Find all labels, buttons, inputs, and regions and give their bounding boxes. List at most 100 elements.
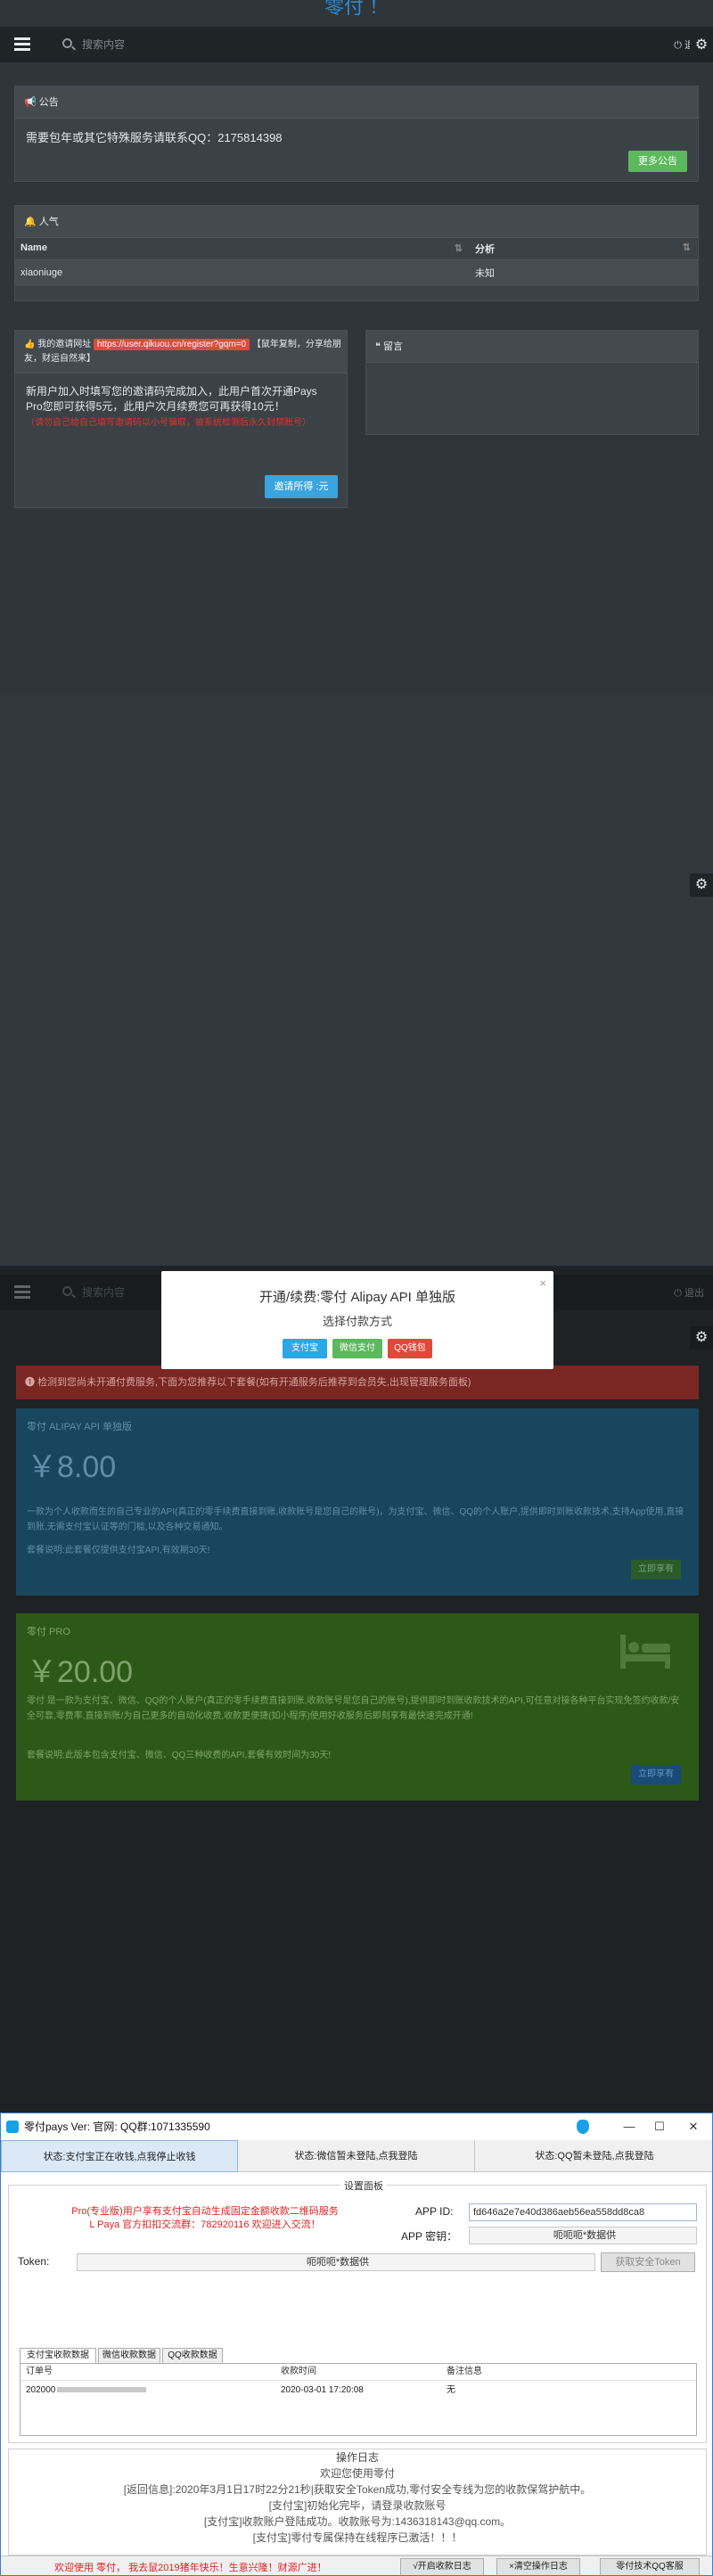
status-text: 欢迎使用 零付， 我去鼠2019猪年快乐！生意兴隆！财源广进！ [54,2563,327,2573]
close-button[interactable]: ✕ [680,2113,707,2140]
plan-note: 套餐说明:此套餐仅提供支付宝API,有效期30天! [27,1546,210,1555]
menu-icon[interactable] [14,1285,30,1299]
sort-icon: ⇅ [454,243,463,255]
window-titlebar: 零付pays Ver: 官网: QQ群:1071335590 — ☐ ✕ [1,2113,712,2140]
table-header-analysis[interactable]: 分析 ⇅ [470,238,698,260]
more-announcements-button[interactable]: 更多公告 [628,151,687,172]
settings-gear-icon-bottom[interactable]: ⚙ [690,874,713,897]
payment-modal: × 开通/续费:零付 Alipay API 单独版 选择付款方式 支付宝 微信支… [161,1271,553,1369]
megaphone-icon: 📢 [24,97,37,108]
log-line: 欢迎您使用零付 [319,2467,395,2480]
pay-wechat-button[interactable]: 微信支付 [332,1339,382,1358]
popularity-header: 🔔 人气 [15,206,698,238]
message-board-header: ❝ 留言 [366,331,698,363]
tab-wechat-status[interactable]: 状态:微信暂未登陆,点我登陆 [238,2140,475,2172]
invite-earnings-button[interactable]: 邀请所得 :元 [265,475,338,498]
invite-panel: 👍 我的邀请网址 https://user.qikuou.cn/register… [14,330,348,508]
list-header-time[interactable]: 收款时间 [281,2364,316,2380]
invite-url[interactable]: https://user.qikuou.cn/register?gqm=0 [94,339,250,350]
alert-bar: ❶ 检测到您尚未开通付费服务,下面为您推荐以下套餐(如有开通服务后推荐到会员失,… [16,1366,699,1399]
logout-link[interactable]: ⏻ 退出 [674,1285,704,1300]
minimize-button[interactable]: — [616,2113,643,2140]
app-secret-field[interactable]: 呃呃呃*数据供 [469,2227,697,2244]
window-title: 零付pays Ver: 官网: QQ群:1071335590 [24,2121,210,2133]
redacted-block [57,2387,147,2393]
menu-icon[interactable] [14,37,30,51]
settings-gear-icon[interactable]: ⚙ [690,1326,713,1350]
plan-price: ￥8.00 [27,1450,117,1484]
list-header-order[interactable]: 订单号 [26,2364,53,2380]
log-line: [返回信息]:2020年3月1日17时22分21秒|获取安全Token成功,零付… [123,2483,592,2496]
invite-body: 新用户加入时填写您的邀请码完成加入，此用户首次开通Pays Pro您即可获得5元… [15,373,347,441]
plan-subscribe-button[interactable]: 立即享有 [631,1560,681,1579]
app-id-field[interactable] [469,2203,697,2221]
toggle-payment-log-button[interactable]: √开启收款日志 [400,2558,484,2575]
announcement-text: 需要包年或其它特殊服务请联系QQ：2175814398 [26,131,283,144]
plan-subscribe-button[interactable]: 立即享有 [631,1765,681,1784]
app-logo-icon [6,2121,19,2133]
dashboard-lower-area [0,695,713,1266]
modal-title: 开通/续费:零付 Alipay API 单独版 [258,1290,456,1305]
desktop-app-window: 零付pays Ver: 官网: QQ群:1071335590 — ☐ ✕ 状态:… [0,2112,713,2576]
subtab-wechat-data[interactable]: 微信收款数据 [98,2348,160,2364]
app-id-label: APP ID: [415,2205,454,2218]
shield-icon [577,2120,589,2134]
alert-text: 检测到您尚未开通付费服务,下面为您推荐以下套餐(如有开通服务后推荐到会员失,出现… [37,1377,471,1388]
warning-icon: ❶ [25,1377,35,1388]
invite-description: 新用户加入时填写您的邀请码完成加入，此用户首次开通Pays Pro您即可获得5元… [26,385,317,413]
settings-gear-icon[interactable]: ⚙ [690,34,713,57]
top-bar: ⏻ 退出 [0,27,713,62]
announcement-header: 📢 公告 [15,86,698,119]
invite-label: 我的邀请网址 [37,340,92,349]
operation-log: 操作日志 欢迎您使用零付 [返回信息]:2020年3月1日17时22分21秒|获… [8,2449,707,2555]
table-header-name[interactable]: Name ⇅ [15,238,470,260]
payments-list: 订单号 收款时间 备注信息 202000 2020-03-01 17:20:08… [20,2363,697,2436]
token-label: Token: [18,2255,50,2268]
log-line: [支付宝]收款账户登陆成功。收款账号为:1436318143@qq.com。 [203,2515,512,2528]
subtab-alipay-data[interactable]: 支付宝收款数据 [20,2348,96,2364]
subtab-qq-data[interactable]: QQ收款数据 [162,2348,223,2364]
plan-description: 零付 是一款为支付宝、微信、QQ的个人账户(真正的零手续费直接到账,收款账号是您… [27,1696,680,1721]
plan-name: 零付 ALIPAY API 单独版 [27,1422,132,1432]
plan-card-alipay: 零付 ALIPAY API 单独版 ￥8.00 一款为个人收款而生的自己专业的A… [16,1408,699,1596]
pay-qq-button[interactable]: QQ钱包 [388,1339,432,1358]
thumbs-up-icon: 👍 [24,340,36,349]
tab-qq-status[interactable]: 状态:QQ暂未登陆,点我登陆 [475,2140,712,2172]
modal-subtitle: 选择付款方式 [322,1315,392,1328]
search-input[interactable] [82,35,349,54]
invite-header: 👍 我的邀请网址 https://user.qikuou.cn/register… [15,331,347,373]
pro-promo-text: Pro(专业版)用户享有支付宝自动生成固定金额收款二维码服务 L Paya 官方… [71,2206,339,2230]
message-board-title: 留言 [382,341,403,352]
qq-support-button[interactable]: 零付技术QQ客服 [600,2558,700,2575]
cell-analysis: 未知 [470,259,698,286]
table-row: xiaoniuge 未知 [15,259,698,286]
status-tabbar: 状态:支付宝正在收钱,点我停止收钱 状态:微信暂未登陆,点我登陆 状态:QQ暂未… [1,2140,712,2172]
search-icon [62,38,72,48]
clear-log-button[interactable]: ×清空操作日志 [496,2558,580,2575]
app-secret-label: APP 密钥： [401,2230,458,2243]
quote-icon: ❝ [375,341,381,352]
list-cell-note[interactable]: 无 [447,2383,455,2398]
status-bar: 欢迎使用 零付， 我去鼠2019猪年快乐！生意兴隆！财源广进！ √开启收款日志 … [1,2555,712,2575]
list-cell-order[interactable]: 202000 [26,2383,147,2398]
message-board-panel: ❝ 留言 [365,330,699,435]
list-header-note[interactable]: 备注信息 [447,2364,482,2380]
settings-group: 设置面板 Pro(专业版)用户享有支付宝自动生成固定金额收款二维码服务 L Pa… [8,2178,707,2443]
popularity-panel: 🔔 人气 Name ⇅ 分析 ⇅ xiaoniuge 未知 [14,205,699,301]
announcement-title: 公告 [38,97,59,108]
dashboard-screen: 零付 ！ ⏻ 退出 ⚙ 📢 公告 需要包年或其它特殊服务请联系QQ：217581… [0,0,713,1266]
plan-name: 零付 PRO [27,1627,70,1637]
get-token-button[interactable]: 获取安全Token [601,2252,695,2272]
list-cell-time[interactable]: 2020-03-01 17:20:08 [281,2383,364,2398]
log-line: [支付宝]初始化完毕，请登录收款账号 [268,2499,447,2512]
maximize-button[interactable]: ☐ [646,2113,673,2140]
logout-label: 退出 [684,1288,704,1299]
tab-alipay-status[interactable]: 状态:支付宝正在收钱,点我停止收钱 [1,2140,238,2172]
purchase-screen: ⏻ 退出 ⚙ ❶ 检测到您尚未开通付费服务,下面为您推荐以下套餐(如有开通服务后… [0,1266,713,2112]
log-title: 操作日志 [335,2451,379,2464]
cell-name: xiaoniuge [15,259,470,286]
token-field[interactable]: 呃呃呃*数据供 [77,2253,595,2271]
popularity-title: 人气 [38,217,59,227]
pay-alipay-button[interactable]: 支付宝 [283,1339,327,1358]
log-line: [支付宝]零付专属保持在线程序已激活！！！ [252,2531,463,2544]
